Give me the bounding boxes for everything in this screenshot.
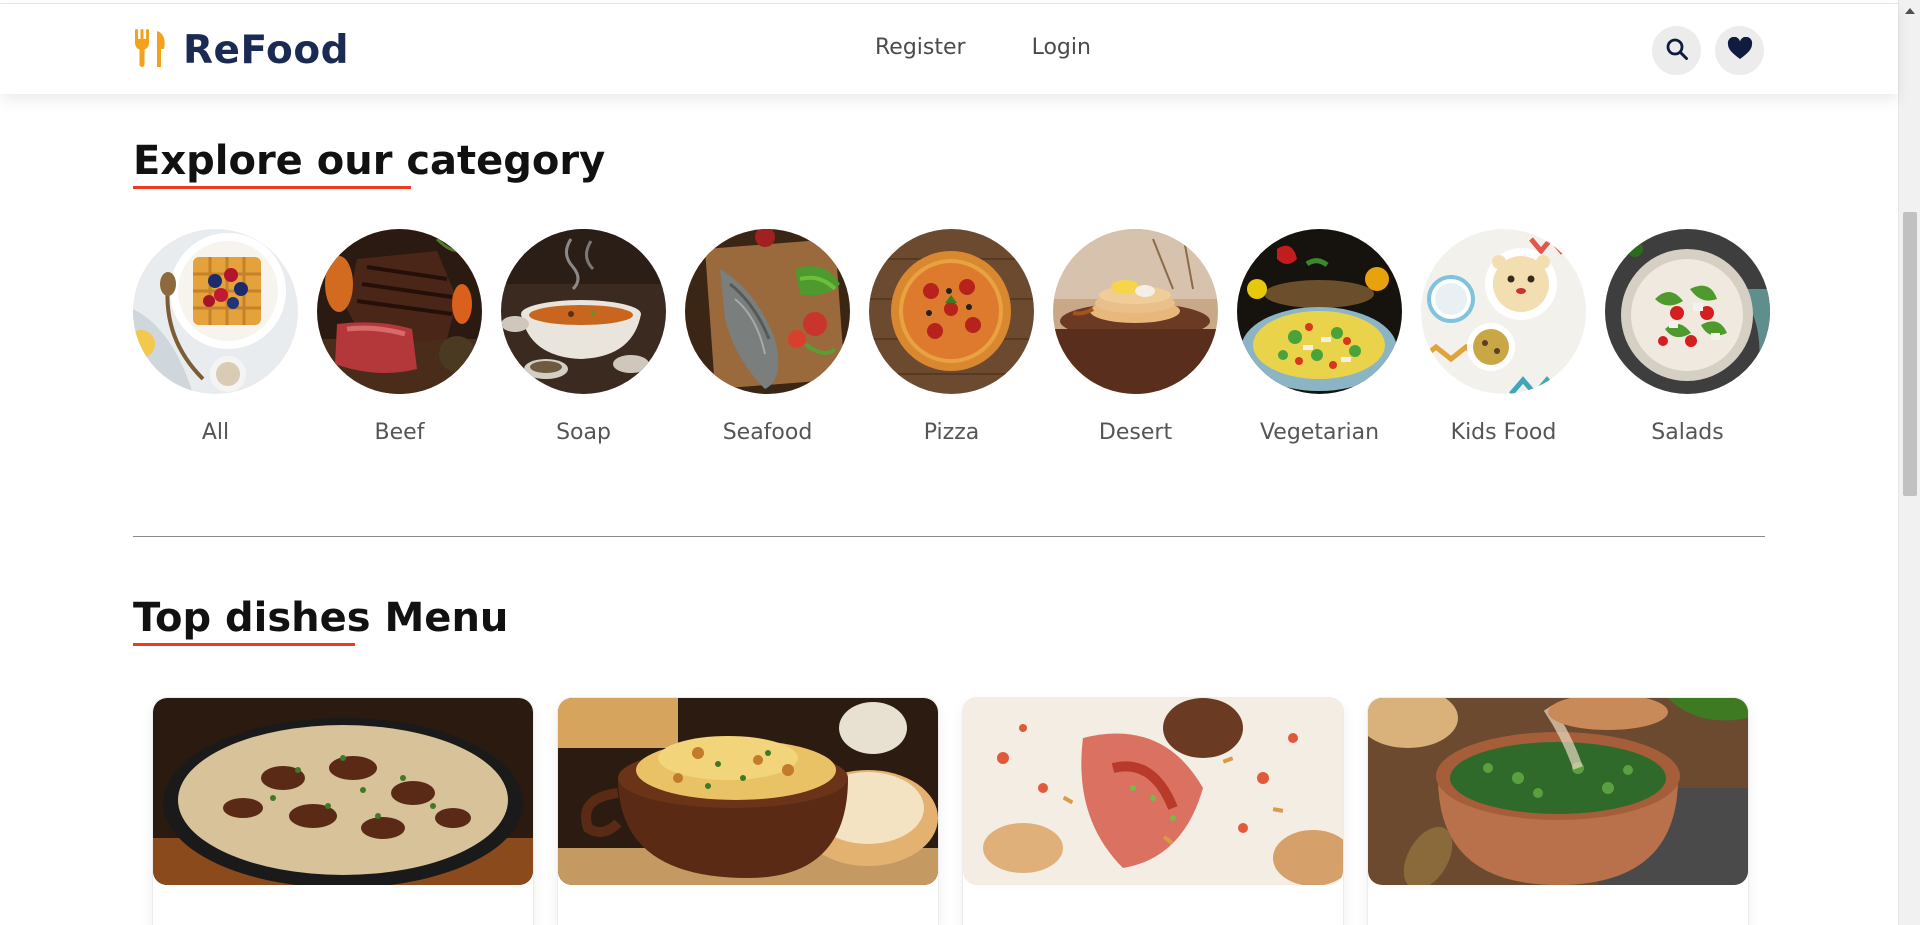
- search-button[interactable]: [1652, 26, 1701, 75]
- dish-image: [558, 698, 938, 885]
- category-list: All Beef Soap Seafood Pizza Desert Veget…: [133, 229, 1770, 445]
- dish-image: [153, 698, 533, 885]
- category-image-kids-food: [1421, 229, 1586, 394]
- category-item-desert[interactable]: Desert: [1053, 229, 1218, 445]
- fork-knife-icon: [133, 27, 169, 73]
- category-item-salads[interactable]: Salads: [1605, 229, 1770, 445]
- page: ReFood Register Login Explore our catego…: [0, 0, 1920, 925]
- scroll-thumb[interactable]: [1903, 212, 1917, 496]
- category-item-beef[interactable]: Beef: [317, 229, 482, 445]
- category-image-soap: [501, 229, 666, 394]
- category-label-seafood: Seafood: [722, 420, 813, 445]
- dish-card-list: [153, 698, 1748, 925]
- category-image-seafood: [685, 229, 850, 394]
- category-image-desert: [1053, 229, 1218, 394]
- site-header: ReFood Register Login: [0, 3, 1898, 94]
- category-item-pizza[interactable]: Pizza: [869, 229, 1034, 445]
- category-item-vegetarian[interactable]: Vegetarian: [1237, 229, 1402, 445]
- main-nav: Register Login: [875, 35, 1091, 60]
- dish-card[interactable]: [1368, 698, 1748, 925]
- category-image-all: [133, 229, 298, 394]
- dishes-section-title: Top dishes Menu: [133, 595, 509, 641]
- category-label-salads: Salads: [1651, 420, 1724, 445]
- category-label-soap: Soap: [556, 420, 611, 445]
- category-label-pizza: Pizza: [923, 420, 980, 445]
- favorites-button[interactable]: [1715, 26, 1764, 75]
- category-section-title: Explore our category: [133, 138, 606, 184]
- search-icon: [1665, 37, 1689, 65]
- brand-logo[interactable]: ReFood: [133, 27, 349, 73]
- category-item-all[interactable]: All: [133, 229, 298, 445]
- category-title-underline: [133, 186, 411, 189]
- category-image-beef: [317, 229, 482, 394]
- category-label-vegetarian: Vegetarian: [1259, 420, 1380, 445]
- scroll-up-arrow-icon[interactable]: [1905, 8, 1915, 14]
- dishes-title-underline: [133, 643, 355, 646]
- category-label-desert: Desert: [1098, 420, 1173, 445]
- category-label-kids-food: Kids Food: [1450, 420, 1557, 445]
- dish-image: [963, 698, 1343, 885]
- nav-register-link[interactable]: Register: [875, 35, 966, 60]
- brand-name: ReFood: [183, 27, 350, 73]
- category-image-pizza: [869, 229, 1034, 394]
- page-scrollbar[interactable]: [1898, 0, 1920, 925]
- section-divider: [133, 536, 1765, 537]
- category-item-soap[interactable]: Soap: [501, 229, 666, 445]
- dish-card[interactable]: [153, 698, 533, 925]
- category-image-salads: [1605, 229, 1770, 394]
- category-image-vegetarian: [1237, 229, 1402, 394]
- heart-icon: [1727, 36, 1753, 65]
- dish-card[interactable]: [558, 698, 938, 925]
- category-label-all: All: [201, 420, 230, 445]
- category-label-beef: Beef: [374, 420, 425, 445]
- category-item-seafood[interactable]: Seafood: [685, 229, 850, 445]
- dish-card[interactable]: [963, 698, 1343, 925]
- category-item-kids-food[interactable]: Kids Food: [1421, 229, 1586, 445]
- dish-image: [1368, 698, 1748, 885]
- nav-login-link[interactable]: Login: [1032, 35, 1091, 60]
